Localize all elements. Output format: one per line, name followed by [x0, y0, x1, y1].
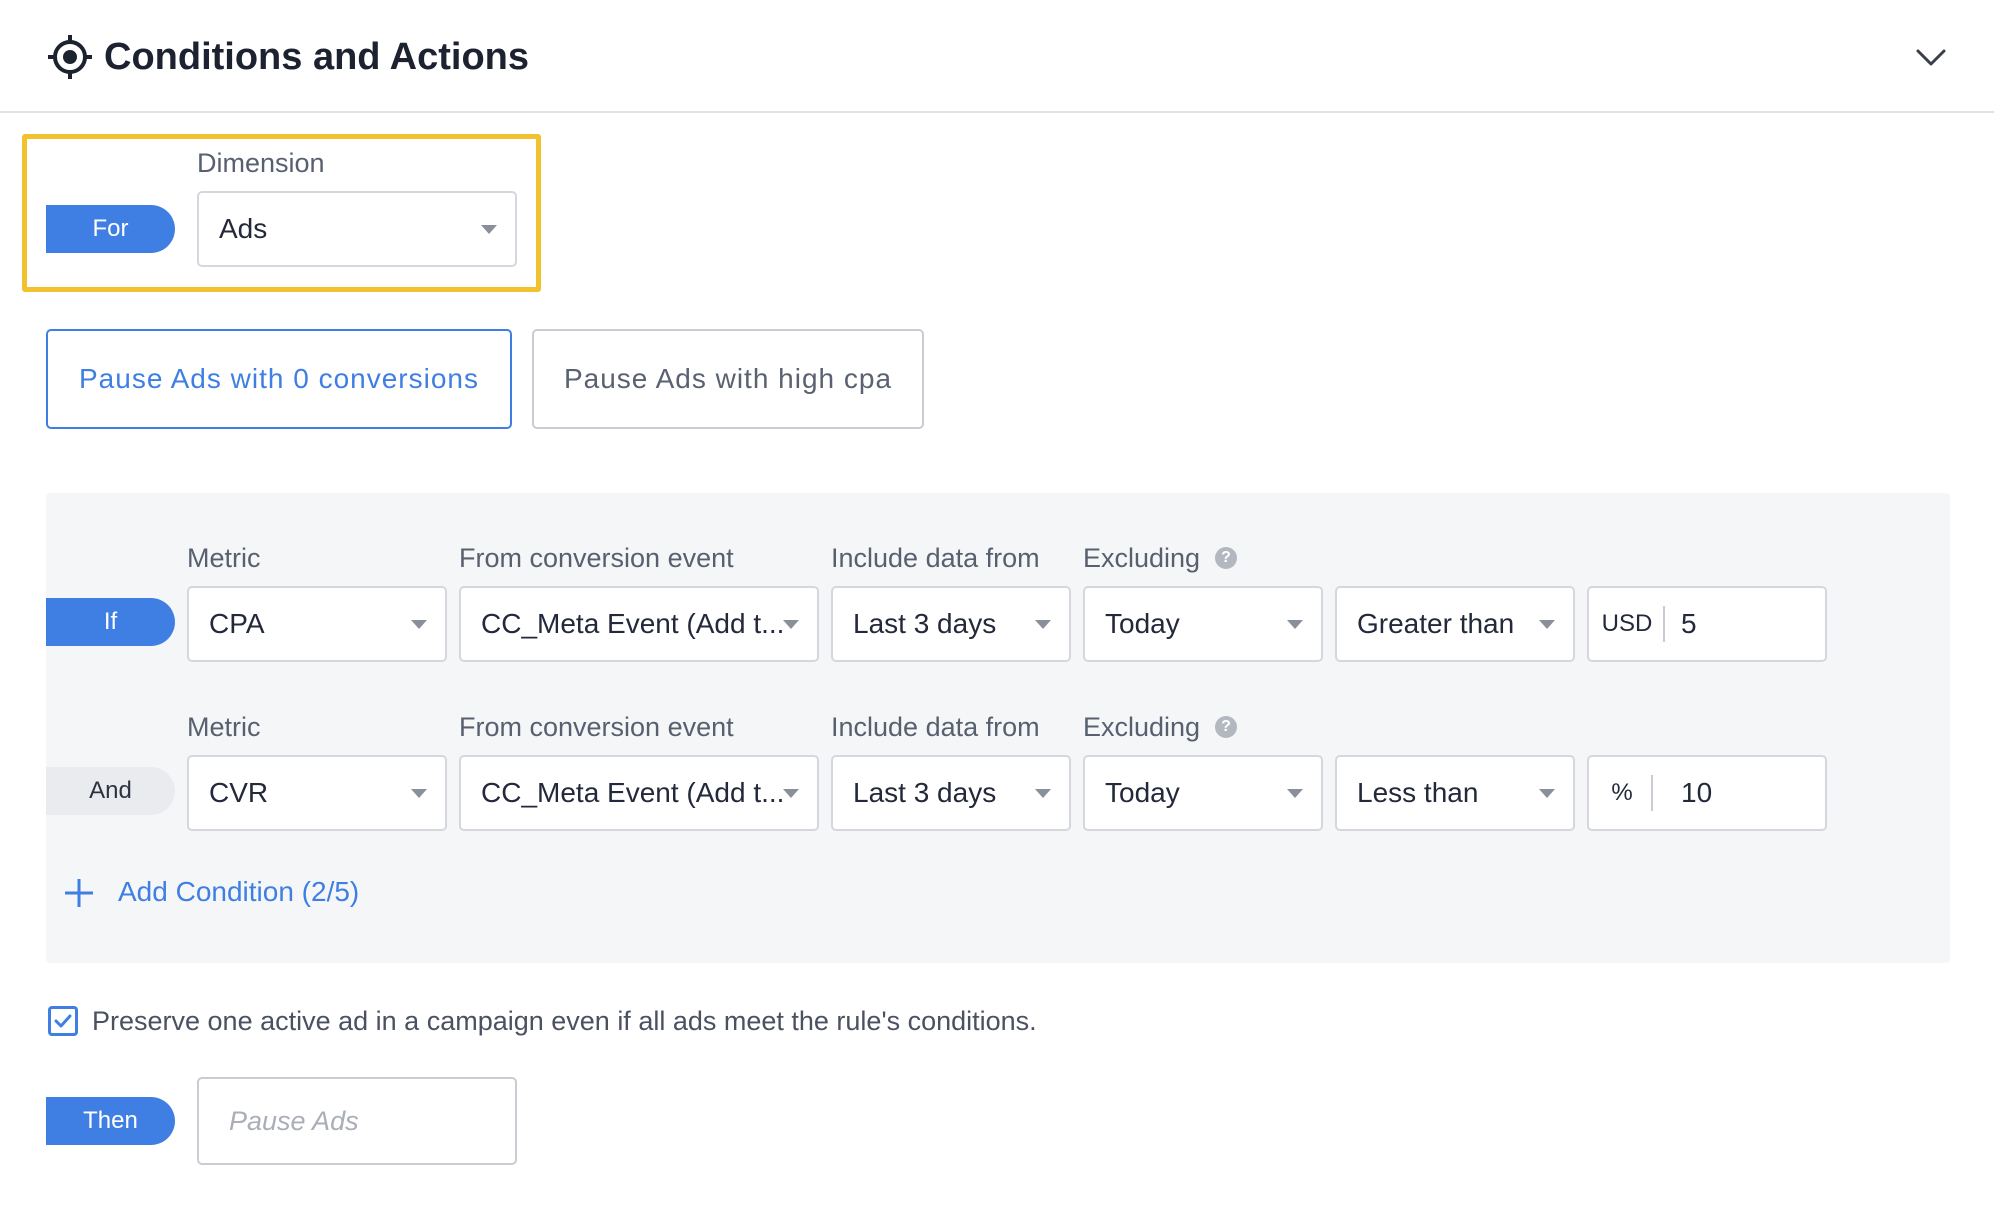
- caret-down-icon: [481, 225, 497, 234]
- caret-down-icon: [1035, 620, 1051, 629]
- metric-select[interactable]: CPA: [187, 586, 447, 662]
- caret-down-icon: [1539, 620, 1555, 629]
- target-icon: [48, 35, 92, 79]
- conversion-event-label: From conversion event: [459, 712, 734, 742]
- operator-select[interactable]: Less than: [1335, 755, 1575, 831]
- operator-value: Greater than: [1357, 608, 1515, 639]
- threshold-value: 10: [1681, 777, 1713, 808]
- checkmark-icon: [54, 1014, 72, 1028]
- and-pill: And: [46, 767, 175, 815]
- add-condition-label: Add Condition (2/5): [118, 876, 360, 907]
- action-input[interactable]: Pause Ads: [197, 1077, 517, 1165]
- unit-divider: [1663, 606, 1665, 642]
- plus-icon: [65, 879, 93, 907]
- section-title: Conditions and Actions: [104, 36, 530, 78]
- date-range-select[interactable]: Last 3 days: [831, 586, 1071, 662]
- conversion-event-value: CC_Meta Event (Add t...: [481, 608, 785, 639]
- preserve-ad-checkbox[interactable]: [48, 1006, 78, 1036]
- excluding-value: Today: [1105, 777, 1180, 808]
- template-pause-high-cpa-button[interactable]: Pause Ads with high cpa: [532, 329, 924, 429]
- currency-unit: USD: [1601, 610, 1653, 637]
- excluding-label: Excluding: [1083, 712, 1201, 742]
- conversion-event-select[interactable]: CC_Meta Event (Add t...: [459, 755, 819, 831]
- excluding-select[interactable]: Today: [1083, 755, 1323, 831]
- date-range-value: Last 3 days: [853, 777, 997, 808]
- help-icon[interactable]: ?: [1215, 547, 1237, 569]
- operator-value: Less than: [1357, 777, 1479, 808]
- conversion-event-select[interactable]: CC_Meta Event (Add t...: [459, 586, 819, 662]
- threshold-value: 5: [1681, 608, 1697, 639]
- preserve-ad-label: Preserve one active ad in a campaign eve…: [92, 1006, 1037, 1036]
- metric-select[interactable]: CVR: [187, 755, 447, 831]
- then-pill: Then: [46, 1097, 175, 1145]
- caret-down-icon: [1035, 789, 1051, 798]
- caret-down-icon: [783, 620, 799, 629]
- section-header: Conditions and Actions: [0, 0, 1994, 113]
- metric-label: Metric: [187, 712, 261, 742]
- conversion-event-value: CC_Meta Event (Add t...: [481, 777, 785, 808]
- include-data-label: Include data from: [831, 543, 1040, 573]
- operator-select[interactable]: Greater than: [1335, 586, 1575, 662]
- caret-down-icon: [1539, 789, 1555, 798]
- template-pause-zero-conversions-button[interactable]: Pause Ads with 0 conversions: [46, 329, 512, 429]
- date-range-value: Last 3 days: [853, 608, 997, 639]
- metric-label: Metric: [187, 543, 261, 573]
- action-placeholder: Pause Ads: [229, 1106, 359, 1136]
- caret-down-icon: [411, 789, 427, 798]
- dimension-select[interactable]: Ads: [197, 191, 517, 267]
- metric-value: CVR: [209, 777, 269, 808]
- conversion-event-label: From conversion event: [459, 543, 734, 573]
- caret-down-icon: [1287, 789, 1303, 798]
- if-pill: If: [46, 598, 175, 646]
- caret-down-icon: [783, 789, 799, 798]
- threshold-input[interactable]: USD 5: [1587, 586, 1827, 662]
- excluding-select[interactable]: Today: [1083, 586, 1323, 662]
- unit-divider: [1651, 775, 1653, 811]
- percent-unit: %: [1611, 779, 1633, 806]
- caret-down-icon: [411, 620, 427, 629]
- dimension-label: Dimension: [197, 148, 325, 178]
- threshold-input[interactable]: % 10: [1587, 755, 1827, 831]
- dimension-value: Ads: [219, 213, 268, 244]
- excluding-label: Excluding: [1083, 543, 1201, 573]
- for-pill: For: [46, 205, 175, 253]
- include-data-label: Include data from: [831, 712, 1040, 742]
- excluding-value: Today: [1105, 608, 1180, 639]
- caret-down-icon: [1287, 620, 1303, 629]
- date-range-select[interactable]: Last 3 days: [831, 755, 1071, 831]
- help-icon[interactable]: ?: [1215, 716, 1237, 738]
- metric-value: CPA: [209, 608, 265, 639]
- chevron-down-icon[interactable]: [1914, 40, 1948, 74]
